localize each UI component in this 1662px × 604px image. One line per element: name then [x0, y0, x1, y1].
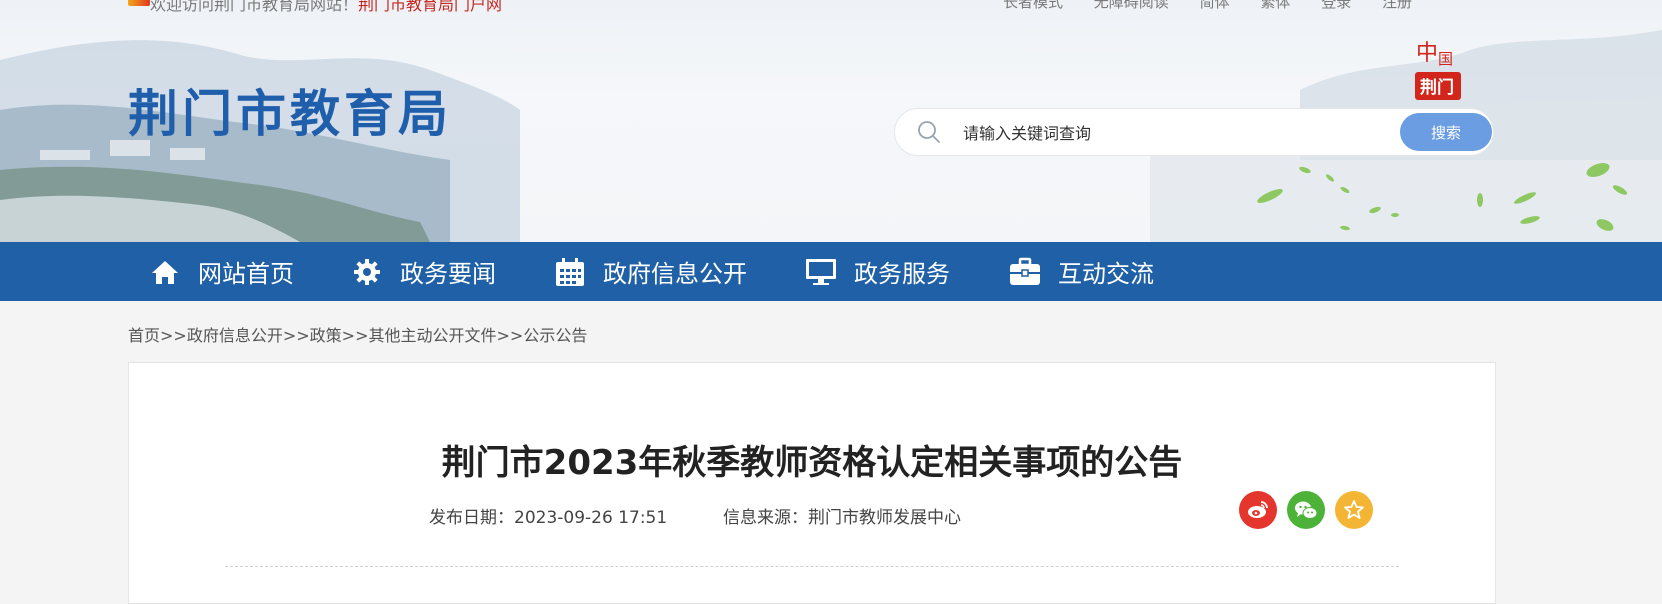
wechat-icon: [1295, 501, 1318, 519]
info-source-value: 荆门市教师发展中心: [808, 508, 961, 528]
mini-logo-icon: [128, 0, 150, 6]
breadcrumb-policy[interactable]: 政策: [310, 326, 342, 345]
top-link-accessibility[interactable]: 无障碍阅读: [1094, 0, 1169, 11]
top-links: 长者模式 无障碍阅读 简体 繁体 登录 注册: [977, 0, 1412, 12]
share-favorite-button[interactable]: [1335, 491, 1373, 529]
article-panel: 荆门市2023年秋季教师资格认定相关事项的公告 发布日期：2023-09-26 …: [128, 362, 1496, 604]
breadcrumb-separator: >>: [160, 326, 187, 345]
search-button[interactable]: 搜索: [1400, 113, 1492, 151]
top-link-simplified[interactable]: 简体: [1200, 0, 1230, 11]
site-title-logo[interactable]: 荆门市教育局: [128, 74, 452, 146]
breadcrumb-announcements[interactable]: 公示公告: [523, 326, 587, 345]
top-link-elderly-mode[interactable]: 长者模式: [1003, 0, 1063, 11]
breadcrumb-home[interactable]: 首页: [128, 326, 160, 345]
header-banner: 欢迎访问荆门市教育局网站！荆门市教育局门户网 长者模式 无障碍阅读 简体 繁体 …: [0, 0, 1662, 242]
search-box: 搜索: [894, 108, 1494, 156]
svg-text:荆门: 荆门: [1420, 77, 1454, 98]
publish-date: 发布日期：2023-09-26 17:51: [429, 503, 667, 528]
search-icon: [918, 121, 940, 143]
welcome-notice: 欢迎访问荆门市教育局网站！荆门市教育局门户网: [150, 0, 503, 14]
main-nav: 网站首页 政务要闻 政府信息公开 政务服务 互动交流: [0, 242, 1662, 301]
info-source: 信息来源：荆门市教师发展中心: [723, 503, 961, 528]
nav-item-gov-info[interactable]: 政府信息公开: [553, 242, 747, 301]
breadcrumb-separator: >>: [496, 326, 524, 345]
nav-item-news[interactable]: 政务要闻: [350, 242, 496, 301]
share-weibo-button[interactable]: [1239, 491, 1277, 529]
top-strip: 欢迎访问荆门市教育局网站！荆门市教育局门户网 长者模式 无障碍阅读 简体 繁体 …: [0, 0, 1662, 14]
nav-item-home[interactable]: 网站首页: [148, 242, 294, 301]
weibo-icon: [1248, 501, 1268, 518]
breadcrumb-separator: >>: [282, 326, 310, 345]
monitor-icon: [804, 255, 838, 289]
share-wechat-button[interactable]: [1287, 491, 1325, 529]
nav-label-news: 政务要闻: [400, 260, 496, 288]
nav-label-interaction: 互动交流: [1058, 260, 1154, 288]
nav-label-services: 政务服务: [854, 260, 950, 288]
favorite-icon: [1344, 500, 1364, 519]
nav-item-services[interactable]: 政务服务: [804, 242, 950, 301]
nav-label-home: 网站首页: [198, 260, 294, 288]
publish-date-value: 2023-09-26 17:51: [514, 508, 668, 528]
search-input[interactable]: [961, 117, 1345, 149]
info-source-label: 信息来源：: [723, 508, 808, 528]
nav-label-gov-info: 政府信息公开: [603, 260, 747, 288]
top-link-register[interactable]: 注册: [1382, 0, 1412, 11]
gear-icon: [350, 255, 384, 289]
home-icon: [148, 255, 182, 289]
article-divider: [225, 566, 1399, 567]
breadcrumb-separator: >>: [341, 326, 369, 345]
briefcase-icon: [1008, 255, 1042, 289]
jingmen-seal-icon: 中 国 荆门: [1415, 41, 1461, 100]
svg-text:中: 中: [1416, 41, 1438, 66]
top-link-login[interactable]: 登录: [1321, 0, 1351, 11]
publish-date-label: 发布日期：: [429, 508, 514, 528]
nav-item-interaction[interactable]: 互动交流: [1008, 242, 1154, 301]
svg-text:国: 国: [1438, 50, 1453, 68]
breadcrumb: 首页>>政府信息公开>>政策>>其他主动公开文件>>公示公告: [128, 322, 587, 346]
breadcrumb-gov-info[interactable]: 政府信息公开: [187, 326, 283, 345]
breadcrumb-other-files[interactable]: 其他主动公开文件: [368, 326, 496, 345]
calendar-icon: [553, 255, 587, 289]
article-title: 荆门市2023年秋季教师资格认定相关事项的公告: [441, 443, 1183, 483]
top-link-traditional[interactable]: 繁体: [1260, 0, 1290, 11]
